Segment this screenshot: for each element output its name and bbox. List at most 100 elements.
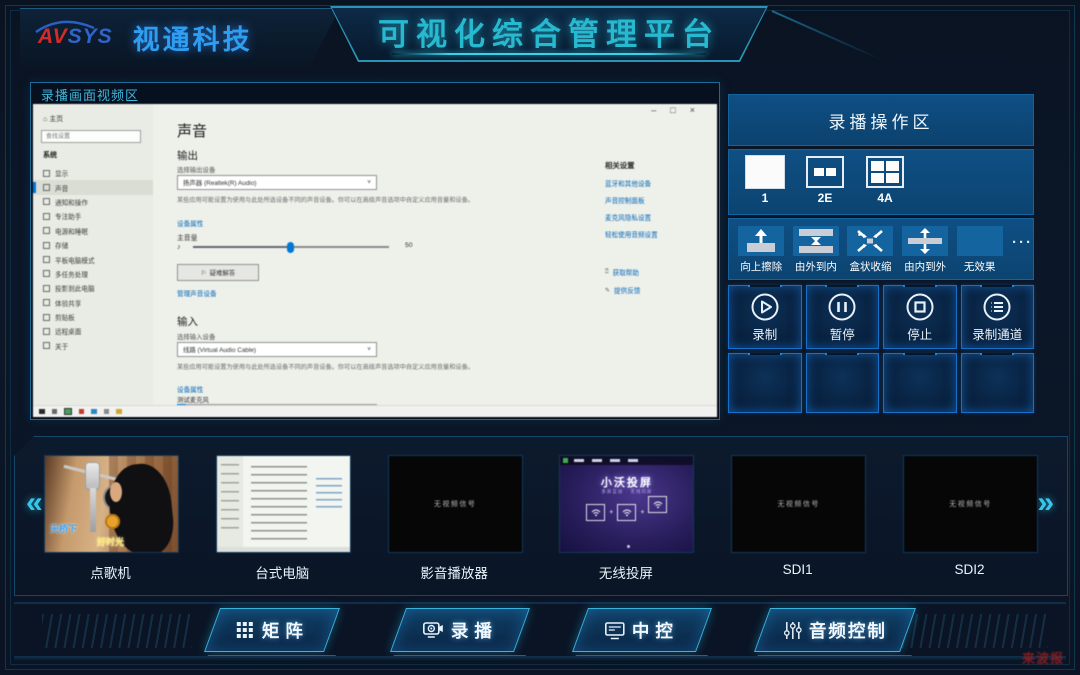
start-button-icon[interactable] (39, 409, 45, 415)
master-volume-label: 主音量 (177, 232, 197, 242)
source-karaoke[interactable]: 天桥下 好时光 点歌机 (44, 455, 177, 582)
stop-button[interactable]: 停止 (883, 285, 957, 349)
taskbar-app-icon[interactable] (116, 409, 122, 415)
sidebar-item-about[interactable]: 关于 (33, 339, 153, 353)
lyric-subtitle-blue: 天桥下 (50, 522, 77, 535)
sound-page-title: 声音 (177, 120, 207, 141)
nav-matrix-button[interactable]: 矩阵 (204, 608, 340, 652)
nav-label: 中控 (632, 618, 679, 643)
next-sources-button[interactable]: » (1037, 488, 1054, 518)
source-wireless-cast[interactable]: 小沃投屏 多屏互动 · 无线同屏 + + 无线投屏 (559, 455, 692, 582)
sidebar-item-display[interactable]: 显示 (33, 166, 153, 180)
ease-of-access-audio-link[interactable]: 轻松使用音频设置 (605, 229, 658, 239)
sidebar-item-focus[interactable]: 专注助手 (33, 209, 153, 223)
nav-central-control-button[interactable]: 中控 (572, 608, 712, 652)
preview-screen[interactable]: –□× ⌂ 主页 系统 显示 声音 通知和操作 专注助手 电源和睡眠 存储 平板… (33, 104, 717, 417)
output-device-dropdown[interactable]: 扬声器 (Realtek(R) Audio)˅ (177, 175, 377, 190)
search-icon[interactable] (52, 409, 58, 415)
empty-slot-button[interactable] (961, 353, 1035, 413)
source-media-player[interactable]: 无视频信号 影音播放器 (388, 455, 521, 582)
mic-privacy-link[interactable]: 麦克风隐私设置 (605, 212, 651, 222)
prev-sources-button[interactable]: « (26, 488, 43, 518)
feedback-link[interactable]: ✎ 提供反馈 (605, 285, 640, 295)
bluetooth-devices-link[interactable]: 蓝牙和其他设备 (605, 178, 651, 188)
volume-slider-thumb[interactable] (287, 242, 294, 253)
page-title: 可视化综合管理平台 (378, 9, 720, 54)
avsys-logo: AVSYS (36, 23, 123, 51)
feedback-icon: ✎ (605, 287, 610, 294)
tablet-icon (43, 256, 50, 263)
empty-slot-button[interactable] (728, 353, 802, 413)
sidebar-item-projecting[interactable]: 投影到此电脑 (33, 281, 153, 295)
transition-box-shrink[interactable]: 盒状收缩 (846, 226, 895, 274)
taskbar-app-icon[interactable] (91, 409, 97, 415)
input-select-label: 选择输入设备 (177, 332, 215, 341)
sidebar-home-item[interactable]: ⌂ 主页 (43, 114, 153, 124)
more-transitions-button[interactable]: ··· (1012, 234, 1033, 251)
feedback-label: 提供反馈 (614, 285, 640, 295)
source-label: 无线投屏 (559, 562, 692, 582)
nav-recording-button[interactable]: 录播 (390, 608, 530, 652)
source-sdi2[interactable]: 无视频信号 SDI2 (903, 455, 1036, 582)
source-label: SDI2 (903, 562, 1036, 577)
control-label: 录制通道 (972, 324, 1022, 343)
volume-slider[interactable] (193, 246, 389, 248)
transition-wipe-up[interactable]: 向上擦除 (737, 226, 786, 274)
sound-control-panel-link[interactable]: 声音控制面板 (605, 195, 645, 205)
sidebar-item-power[interactable]: 电源和睡眠 (33, 224, 153, 238)
outside-in-icon (793, 226, 839, 256)
related-settings-header: 相关设置 (605, 160, 635, 171)
sidebar-item-remote[interactable]: 远程桌面 (33, 324, 153, 338)
source-sdi1[interactable]: 无视频信号 SDI1 (731, 455, 864, 582)
projecting-icon (43, 285, 50, 292)
record-button[interactable]: 录制 (728, 285, 802, 349)
layout-button-1[interactable]: 1 (743, 156, 787, 214)
manage-sound-devices-link[interactable]: 管理声音设备 (177, 288, 217, 298)
settings-search-input[interactable] (41, 130, 141, 143)
sidebar-item-storage[interactable]: 存储 (33, 238, 153, 252)
mic-stand (90, 488, 96, 532)
input-device-properties-link[interactable]: 设备属性 (177, 384, 203, 394)
nav-audio-control-button[interactable]: 音频控制 (754, 608, 916, 652)
shared-icon (43, 299, 50, 306)
wipe-up-icon (738, 226, 784, 256)
inside-out-icon (902, 226, 948, 256)
record-camera-icon (423, 621, 444, 640)
record-channel-button[interactable]: 录制通道 (961, 285, 1035, 349)
source-desktop-pc[interactable]: 台式电脑 (216, 455, 349, 582)
taskbar-app-icon[interactable] (79, 409, 85, 415)
input-device-dropdown[interactable]: 线路 (Virtual Audio Cable)˅ (177, 342, 377, 357)
get-help-link[interactable]: ⍰获取帮助 (605, 267, 639, 277)
wireless-cast-preview: 小沃投屏 多屏互动 · 无线同屏 + + (559, 455, 694, 553)
troubleshoot-button[interactable]: ⚐疑难解答 (177, 264, 259, 281)
sdi1-preview: 无视频信号 (731, 455, 866, 553)
device-properties-link[interactable]: 设备属性 (177, 218, 203, 228)
settings-sidebar: ⌂ 主页 系统 显示 声音 通知和操作 专注助手 电源和睡眠 存储 平板电脑模式… (33, 104, 153, 406)
layout-button-2e[interactable]: 2E (803, 156, 847, 214)
sidebar-item-clipboard[interactable]: 剪贴板 (33, 310, 153, 324)
transition-none[interactable]: 无效果 (955, 226, 1004, 274)
sidebar-item-label: 体验共享 (55, 298, 81, 308)
sidebar-item-notifications[interactable]: 通知和操作 (33, 195, 153, 209)
mini-content-lines (251, 466, 307, 540)
taskbar-app-icon[interactable] (104, 409, 110, 415)
layout-label: 1 (762, 191, 769, 205)
audio-sliders-icon (784, 621, 802, 640)
taskview-icon[interactable] (64, 408, 72, 416)
transition-outside-in[interactable]: 由外到内 (792, 226, 841, 274)
output-select-label: 选择输出设备 (177, 165, 215, 174)
empty-slot-button[interactable] (806, 353, 880, 413)
karaoke-preview: 天桥下 好时光 (44, 455, 179, 553)
transition-inside-out[interactable]: 由内到外 (901, 226, 950, 274)
sidebar-item-multitask[interactable]: 多任务处理 (33, 267, 153, 281)
power-icon (43, 227, 50, 234)
nav-label: 音频控制 (809, 618, 887, 643)
sidebar-item-shared[interactable]: 体验共享 (33, 296, 153, 310)
empty-slot-button[interactable] (883, 353, 957, 413)
notifications-icon (43, 198, 50, 205)
sidebar-item-tablet[interactable]: 平板电脑模式 (33, 252, 153, 266)
pause-button[interactable]: 暂停 (806, 285, 880, 349)
sidebar-item-sound[interactable]: 声音 (33, 180, 153, 194)
layout-button-4a[interactable]: 4A (863, 156, 907, 214)
nav-label: 录播 (451, 618, 498, 643)
